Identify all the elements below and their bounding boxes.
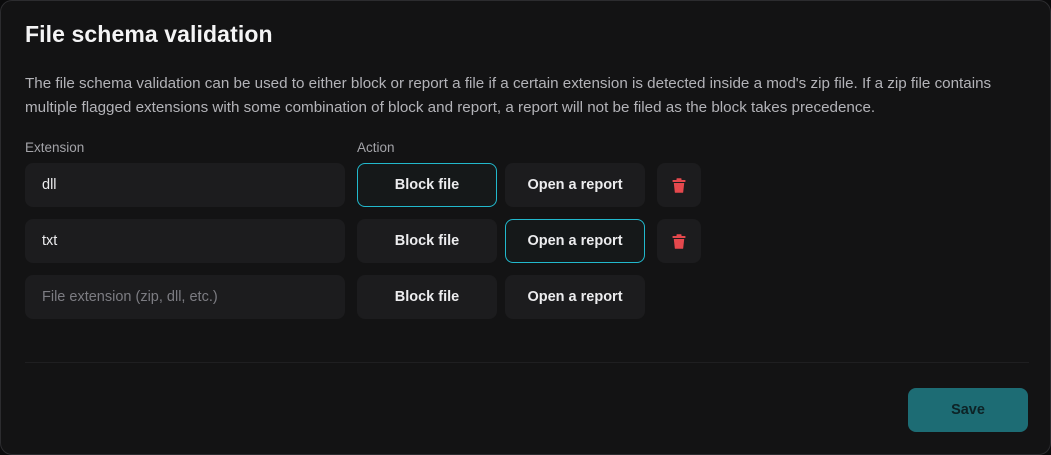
block-file-button[interactable]: Block file xyxy=(357,275,497,319)
trash-icon xyxy=(672,177,686,193)
open-report-button[interactable]: Open a report xyxy=(505,163,645,207)
extension-rule-row: Block file Open a report xyxy=(1,219,1051,263)
extension-rule-row: Block file Open a report xyxy=(1,163,1051,207)
open-report-button[interactable]: Open a report xyxy=(505,275,645,319)
footer-divider xyxy=(25,362,1029,363)
open-report-button[interactable]: Open a report xyxy=(505,219,645,263)
extension-input[interactable] xyxy=(25,219,345,263)
new-extension-row: Block file Open a report xyxy=(1,275,1051,319)
file-schema-validation-panel: File schema validation The file schema v… xyxy=(0,0,1051,455)
extension-column-label: Extension xyxy=(25,140,85,155)
block-file-button[interactable]: Block file xyxy=(357,219,497,263)
new-extension-input[interactable] xyxy=(25,275,345,319)
section-title: File schema validation xyxy=(25,21,273,47)
trash-icon xyxy=(672,233,686,249)
block-file-button[interactable]: Block file xyxy=(357,163,497,207)
delete-rule-button[interactable] xyxy=(657,219,701,263)
save-button[interactable]: Save xyxy=(908,388,1028,432)
extension-input[interactable] xyxy=(25,163,345,207)
section-description: The file schema validation can be used t… xyxy=(25,75,992,116)
action-column-label: Action xyxy=(357,140,395,155)
delete-rule-button[interactable] xyxy=(657,163,701,207)
